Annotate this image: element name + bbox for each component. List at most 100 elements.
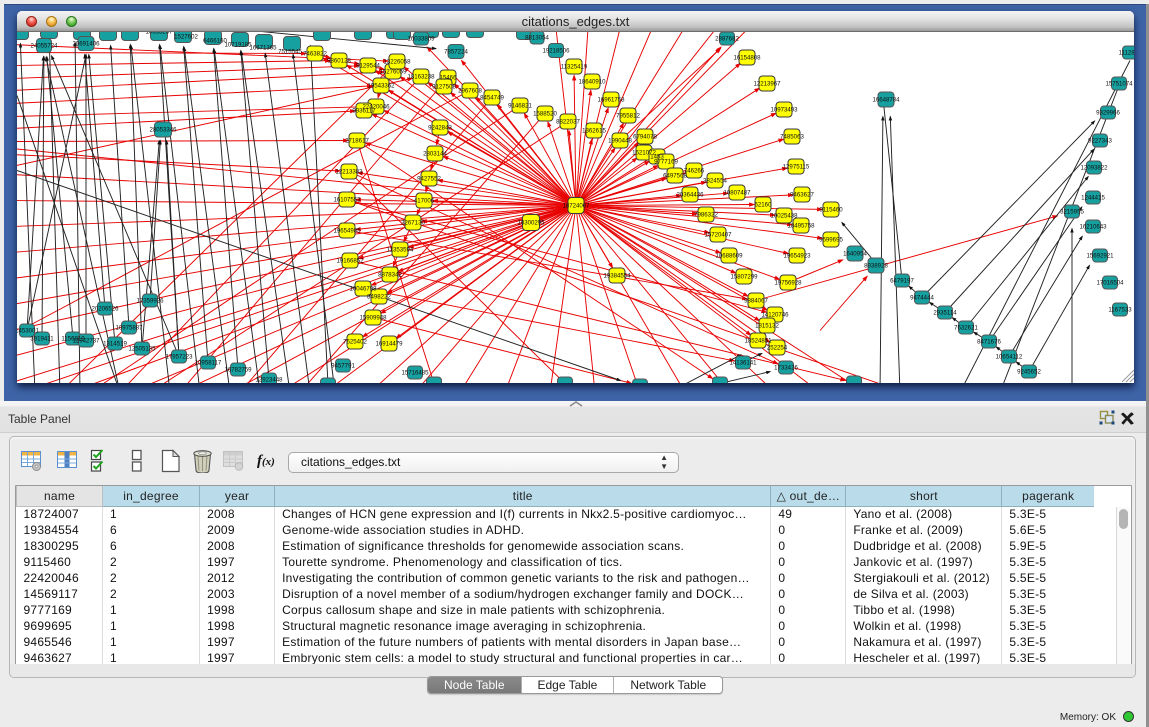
svg-text:746266: 746266 <box>684 168 705 175</box>
svg-text:28053346: 28053346 <box>149 127 177 134</box>
svg-text:19218506: 19218506 <box>542 48 570 55</box>
svg-text:7463822: 7463822 <box>303 51 327 58</box>
svg-text:9242843: 9242843 <box>428 125 452 132</box>
svg-text:11325419: 11325419 <box>561 64 588 71</box>
svg-text:10958117: 10958117 <box>195 360 222 367</box>
svg-text:1733426: 1733426 <box>774 365 798 372</box>
svg-text:17359926: 17359926 <box>136 298 164 305</box>
svg-text:1588520: 1588520 <box>533 111 557 118</box>
svg-text:16914479: 16914479 <box>375 341 403 348</box>
svg-text:2718617: 2718617 <box>345 138 369 145</box>
svg-text:12975115: 12975115 <box>783 164 810 171</box>
svg-text:15692921: 15692921 <box>1086 253 1114 260</box>
svg-text:18724007: 18724007 <box>562 203 590 210</box>
svg-text:3919411: 3919411 <box>30 336 54 343</box>
svg-text:2887682: 2887682 <box>715 36 739 43</box>
svg-text:7857224: 7857224 <box>444 49 468 56</box>
svg-text:1990448: 1990448 <box>608 138 632 145</box>
svg-text:15807299: 15807299 <box>730 274 758 281</box>
svg-text:9936117: 9936117 <box>352 108 376 115</box>
svg-text:20206526: 20206526 <box>91 306 119 313</box>
svg-text:7955812: 7955812 <box>616 113 640 120</box>
svg-text:6794078: 6794078 <box>633 134 657 141</box>
svg-text:2967608: 2967608 <box>458 88 482 95</box>
svg-text:8813054: 8813054 <box>525 35 549 42</box>
svg-text:9860128: 9860128 <box>327 58 351 65</box>
svg-text:12213383: 12213383 <box>335 169 363 176</box>
svg-text:19654985: 19654985 <box>333 228 361 235</box>
svg-text:10807487: 10807487 <box>723 190 751 197</box>
svg-text:9146821: 9146821 <box>508 103 532 110</box>
svg-text:9115460: 9115460 <box>819 207 843 214</box>
svg-text:15716485: 15716485 <box>401 370 429 377</box>
svg-text:17957223: 17957223 <box>165 354 193 361</box>
svg-text:1362615: 1362615 <box>582 128 606 135</box>
svg-text:3824554: 3824554 <box>703 178 727 185</box>
svg-text:8878342: 8878342 <box>378 272 402 279</box>
svg-text:3267130: 3267130 <box>401 220 425 227</box>
svg-text:1314519: 1314519 <box>103 341 127 348</box>
svg-text:10046798: 10046798 <box>349 286 377 293</box>
svg-text:16033809: 16033809 <box>407 36 435 43</box>
svg-text:9329966: 9329966 <box>1096 110 1120 117</box>
svg-text:19654923: 19654923 <box>783 253 811 260</box>
svg-text:9777169: 9777169 <box>654 159 678 166</box>
svg-text:2935114: 2935114 <box>933 310 957 317</box>
svg-text:2803144: 2803144 <box>423 151 447 158</box>
svg-text:16961758: 16961758 <box>597 97 625 104</box>
svg-text:16782759: 16782759 <box>224 367 252 374</box>
svg-text:8938928: 8938928 <box>864 263 888 270</box>
svg-text:417006: 417006 <box>414 198 435 205</box>
svg-text:1527602: 1527602 <box>174 34 198 41</box>
svg-text:7515545: 7515545 <box>278 49 302 56</box>
svg-text:7986322: 7986322 <box>694 212 718 219</box>
svg-text:16107553: 16107553 <box>333 197 361 204</box>
svg-text:12093822: 12093822 <box>1080 165 1108 172</box>
svg-text:1167533: 1167533 <box>1108 307 1132 314</box>
svg-text:12505135: 12505135 <box>128 346 156 353</box>
svg-text:11353594: 11353594 <box>387 247 414 254</box>
svg-text:9457791: 9457791 <box>331 363 355 370</box>
svg-text:13226058: 13226058 <box>383 59 411 66</box>
svg-text:8498222: 8498222 <box>367 294 391 301</box>
svg-text:10975887: 10975887 <box>115 325 143 332</box>
svg-text:1244415: 1244415 <box>1081 195 1105 202</box>
svg-text:16154808: 16154808 <box>733 55 761 62</box>
svg-text:10654112: 10654112 <box>996 354 1023 361</box>
svg-text:8822037: 8822037 <box>556 119 580 126</box>
svg-text:12213967: 12213967 <box>753 81 781 88</box>
svg-text:6479197: 6479197 <box>890 278 914 285</box>
svg-text:18640910: 18640910 <box>578 79 606 86</box>
svg-text:15276059: 15276059 <box>379 69 407 76</box>
svg-text:24055724: 24055724 <box>30 43 58 50</box>
svg-text:10688609: 10688609 <box>715 253 743 260</box>
svg-text:19166852: 19166852 <box>336 258 364 265</box>
svg-text:1640954: 1640954 <box>843 251 867 258</box>
svg-text:9884067: 9884067 <box>744 298 768 305</box>
svg-text:18300295: 18300295 <box>517 220 545 227</box>
svg-text:8454749: 8454749 <box>480 95 504 102</box>
svg-text:18524851: 18524851 <box>744 338 772 345</box>
svg-text:10719185: 10719185 <box>224 42 252 49</box>
svg-text:9427552: 9427552 <box>417 176 441 183</box>
svg-text:7632621: 7632621 <box>954 325 978 332</box>
svg-text:9699695: 9699695 <box>819 237 843 244</box>
svg-text:18495758: 18495758 <box>787 223 815 230</box>
svg-text:15466: 15466 <box>440 75 458 82</box>
svg-text:7625402: 7625402 <box>343 339 367 346</box>
svg-text:19543362: 19543362 <box>367 83 395 90</box>
svg-text:7485063: 7485063 <box>780 134 804 141</box>
svg-text:1453001: 1453001 <box>17 328 39 335</box>
svg-text:15720407: 15720407 <box>704 232 732 239</box>
svg-text:62160: 62160 <box>755 202 773 209</box>
svg-text:18163238: 18163238 <box>407 74 435 81</box>
svg-text:16648784: 16648784 <box>872 97 900 104</box>
svg-text:3215955: 3215955 <box>1060 209 1084 216</box>
svg-text:20364436: 20364436 <box>676 192 704 199</box>
svg-text:15909948: 15909948 <box>359 315 387 322</box>
svg-text:10653267: 10653267 <box>145 32 173 36</box>
svg-text:14120746: 14120746 <box>761 312 789 319</box>
svg-text:16671365: 16671365 <box>249 45 277 52</box>
svg-text:19756928: 19756928 <box>774 280 802 287</box>
svg-text:9127508: 9127508 <box>432 84 456 91</box>
